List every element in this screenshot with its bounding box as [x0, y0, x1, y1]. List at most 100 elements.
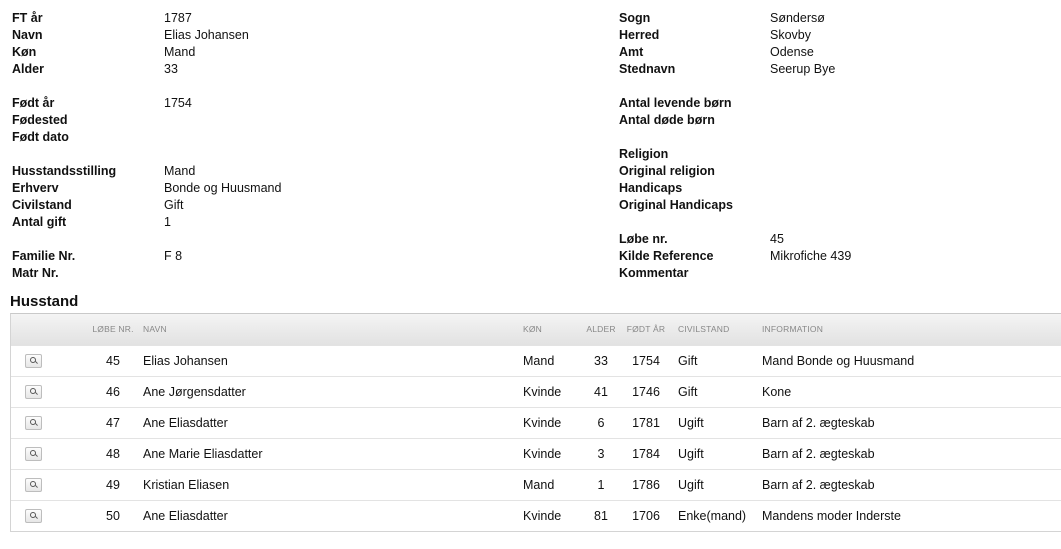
field-row: Køn Mand	[12, 44, 281, 61]
cell-alder: 3	[581, 437, 621, 469]
cell-information: Mand Bonde og Huusmand	[762, 344, 1061, 376]
cell-lobe: 47	[83, 406, 143, 438]
magnifier-icon[interactable]	[25, 477, 42, 492]
col-header-civilstand[interactable]: CIVILSTAND	[671, 314, 762, 345]
field-label: Handicaps	[619, 181, 683, 195]
field-label: Religion	[619, 147, 669, 161]
table-row: 48 Ane Marie Eliasdatter Kvinde 3 1784 Ugift B…	[11, 437, 1061, 469]
field-row: Religion	[619, 146, 851, 163]
cell-fodt: 1784	[621, 437, 671, 469]
field-row: Original Handicaps	[619, 197, 851, 214]
field-row: Handicaps	[619, 180, 851, 197]
field-label: Matr Nr.	[12, 266, 59, 280]
cell-information: Barn af 2. ægteskab	[762, 468, 1061, 500]
field-value: Søndersø	[770, 11, 825, 25]
cell-civilstand: Enke(mand)	[671, 499, 762, 532]
detail-cell	[11, 437, 83, 469]
field-label: Fødested	[12, 113, 68, 127]
magnifier-icon[interactable]	[25, 353, 42, 368]
cell-alder: 33	[581, 344, 621, 376]
cell-civilstand: Ugift	[671, 406, 762, 438]
cell-civilstand: Gift	[671, 344, 762, 376]
field-label: Alder	[12, 62, 44, 76]
field-row: Løbe nr. 45	[619, 231, 851, 248]
magnifier-icon[interactable]	[25, 446, 42, 461]
field-label: Antal døde børn	[619, 113, 715, 127]
field-value: 45	[770, 232, 784, 246]
husstand-table: LØBE NR. NAVN KØN ALDER FØDT ÅR CIVILSTA…	[11, 314, 1061, 532]
field-row: Matr Nr.	[12, 265, 281, 282]
cell-fodt: 1786	[621, 468, 671, 500]
cell-information: Mandens moder Inderste	[762, 499, 1061, 532]
field-row: Navn Elias Johansen	[12, 27, 281, 44]
table-row: 50 Ane Eliasdatter Kvinde 81 1706 Enke(mand) M…	[11, 499, 1061, 532]
field-row: Alder 33	[12, 61, 281, 78]
field-row: Født år 1754	[12, 95, 281, 112]
cell-fodt: 1706	[621, 499, 671, 532]
field-value: Mikrofiche 439	[770, 249, 852, 263]
field-label: Familie Nr.	[12, 249, 76, 263]
cell-fodt: 1754	[621, 344, 671, 376]
field-label: Antal gift	[12, 215, 67, 229]
cell-navn: Ane Eliasdatter	[143, 406, 523, 438]
field-value: Elias Johansen	[164, 28, 249, 42]
field-label: Født dato	[12, 130, 69, 144]
table-row: 45 Elias Johansen Mand 33 1754 Gift Mand Bonde…	[11, 344, 1061, 376]
col-header-information[interactable]: INFORMATION	[762, 314, 1061, 345]
field-row: Kommentar	[619, 265, 851, 282]
col-header-navn[interactable]: NAVN	[143, 314, 523, 345]
field-label: Kilde Reference	[619, 249, 714, 263]
cell-navn: Ane Eliasdatter	[143, 499, 523, 532]
field-row: Herred Skovby	[619, 27, 851, 44]
cell-navn: Elias Johansen	[143, 344, 523, 376]
col-header-kon[interactable]: KØN	[523, 314, 581, 345]
field-label: Køn	[12, 45, 37, 59]
cell-information: Barn af 2. ægteskab	[762, 437, 1061, 469]
detail-cell	[11, 375, 83, 407]
field-value: Bonde og Huusmand	[164, 181, 282, 195]
col-header-lobe[interactable]: LØBE NR.	[83, 314, 143, 345]
field-row: Kilde Reference Mikrofiche 439	[619, 248, 851, 265]
field-label: Erhverv	[12, 181, 59, 195]
magnifier-icon[interactable]	[25, 415, 42, 430]
col-header-alder[interactable]: ALDER	[581, 314, 621, 345]
cell-navn: Kristian Eliasen	[143, 468, 523, 500]
field-value: 33	[164, 62, 178, 76]
field-value: Odense	[770, 45, 814, 59]
cell-lobe: 50	[83, 499, 143, 532]
field-label: Husstandsstilling	[12, 164, 117, 178]
col-header-fodt[interactable]: FØDT ÅR	[621, 314, 671, 345]
cell-kon: Kvinde	[523, 499, 581, 532]
field-label: Sogn	[619, 11, 651, 25]
cell-kon: Mand	[523, 344, 581, 376]
field-value: 1	[164, 215, 171, 229]
field-label: FT år	[12, 11, 43, 25]
magnifier-icon[interactable]	[25, 384, 42, 399]
person-details-left: FT år 1787 Navn Elias Johansen Køn Mand Alder 3…	[12, 10, 281, 282]
table-header-row: LØBE NR. NAVN KØN ALDER FØDT ÅR CIVILSTA…	[11, 314, 1061, 345]
magnifier-icon[interactable]	[25, 508, 42, 523]
col-header-icon	[11, 314, 83, 345]
field-label: Stednavn	[619, 62, 676, 76]
person-details-right: Sogn Søndersø Herred Skovby Amt Odense Stednav…	[619, 10, 851, 282]
table-row: 49 Kristian Eliasen Mand 1 1786 Ugift Barn af …	[11, 468, 1061, 500]
cell-kon: Mand	[523, 468, 581, 500]
cell-civilstand: Gift	[671, 375, 762, 407]
field-value: Seerup Bye	[770, 62, 836, 76]
field-label: Original religion	[619, 164, 715, 178]
field-row: Original religion	[619, 163, 851, 180]
cell-information: Barn af 2. ægteskab	[762, 406, 1061, 438]
field-row: Født dato	[12, 129, 281, 146]
cell-information: Kone	[762, 375, 1061, 407]
field-row: Antal gift 1	[12, 214, 281, 231]
field-row: Antal døde børn	[619, 112, 851, 129]
field-row: Civilstand Gift	[12, 197, 281, 214]
field-row: Fødested	[12, 112, 281, 129]
cell-alder: 41	[581, 375, 621, 407]
field-value: 1787	[164, 11, 192, 25]
field-value: 1754	[164, 96, 192, 110]
